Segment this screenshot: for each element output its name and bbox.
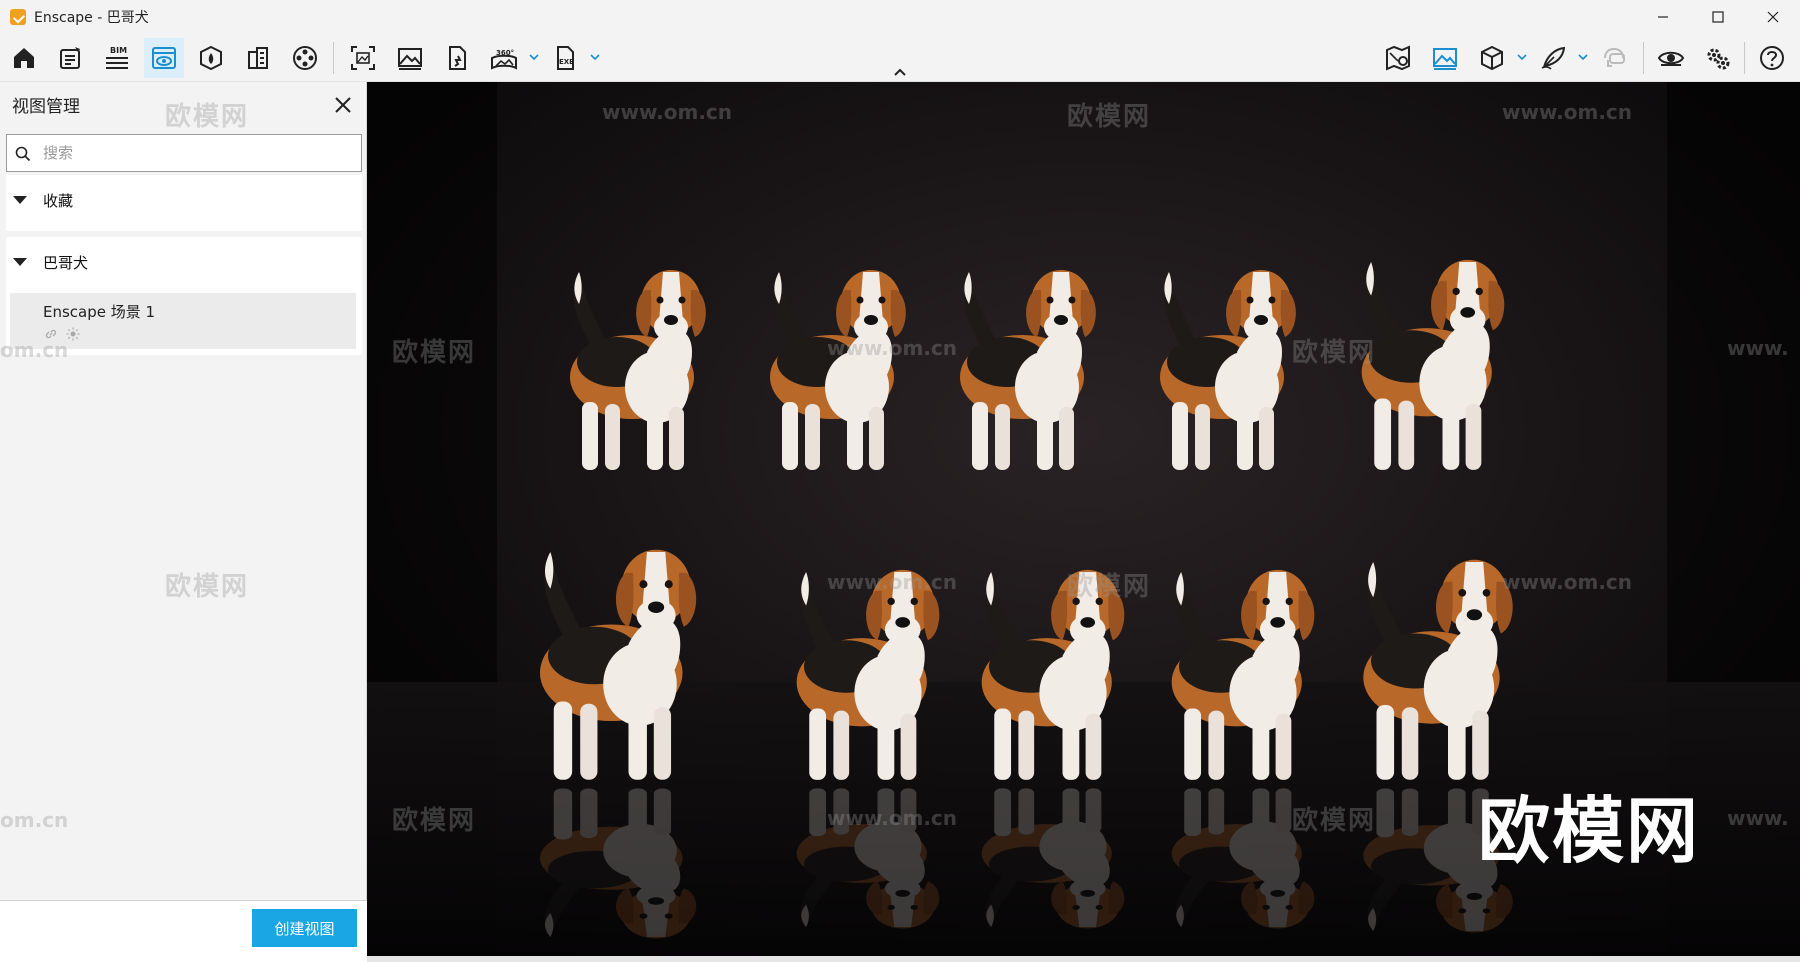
watermark-text: 欧模网 bbox=[392, 338, 477, 368]
buildings-icon bbox=[248, 47, 268, 69]
home-icon bbox=[14, 48, 34, 68]
enscape-logo-icon bbox=[10, 9, 26, 25]
watermark-url: www.om.cn bbox=[827, 570, 958, 594]
brush-button[interactable] bbox=[1533, 38, 1573, 78]
watermark-text: 欧模网 bbox=[1292, 338, 1377, 368]
watermark-text: 欧模网 bbox=[1067, 572, 1152, 602]
render-viewport[interactable]: www.om.cn 欧模网 www.om.cn 欧模网 www.om.cn 欧模… bbox=[367, 82, 1800, 956]
exe-icon-label: EXE bbox=[559, 58, 574, 66]
watermark-edge: om.cn bbox=[0, 808, 69, 832]
asset-library-icon bbox=[200, 45, 222, 71]
favorites-group-header[interactable]: 收藏 bbox=[6, 175, 362, 225]
watermark-text: 欧模网 bbox=[1067, 102, 1152, 132]
create-view-button[interactable]: 创建视图 bbox=[252, 909, 357, 947]
watermark-url: www.om.cn bbox=[1502, 100, 1633, 124]
bim-icon-label: BIM bbox=[110, 46, 127, 55]
close-panel-button[interactable] bbox=[328, 90, 358, 120]
panorama-button[interactable]: 360° bbox=[484, 38, 524, 78]
feather-brush-icon bbox=[1541, 46, 1566, 70]
help-icon bbox=[1760, 46, 1784, 70]
search-field[interactable] bbox=[6, 134, 362, 172]
close-icon bbox=[335, 97, 351, 113]
cube-button[interactable] bbox=[1472, 38, 1512, 78]
expand-triangle-icon bbox=[13, 196, 27, 204]
view-management-icon bbox=[152, 47, 176, 69]
buildings-button[interactable] bbox=[238, 38, 278, 78]
status-strip bbox=[367, 956, 1800, 962]
exe-export-icon: EXE bbox=[557, 46, 574, 70]
collapse-toolbar-chevron-icon[interactable] bbox=[892, 66, 908, 78]
view-management-button[interactable] bbox=[144, 38, 184, 78]
minimize-icon bbox=[1657, 16, 1668, 18]
search-icon bbox=[15, 146, 31, 162]
view-name: Enscape 场景 1 bbox=[43, 303, 156, 321]
watermark-edge-right: www. bbox=[1727, 336, 1789, 360]
map-button[interactable] bbox=[1378, 38, 1418, 78]
watermark-url: www.om.cn bbox=[602, 100, 733, 124]
bim-icon: BIM bbox=[106, 46, 128, 69]
group-title: 收藏 bbox=[43, 191, 74, 210]
favorites-group: 收藏 bbox=[6, 175, 362, 231]
toolbar-separator-help bbox=[1744, 42, 1745, 74]
rendered-image-button[interactable] bbox=[390, 38, 430, 78]
maximize-button[interactable] bbox=[1690, 0, 1745, 34]
minimize-button[interactable] bbox=[1635, 0, 1690, 34]
image-view-icon bbox=[1433, 48, 1457, 70]
maximize-icon bbox=[1711, 11, 1724, 23]
close-window-button[interactable] bbox=[1745, 0, 1800, 34]
panel-footer: 创建视图 bbox=[0, 900, 367, 962]
map-pin-icon bbox=[1386, 45, 1410, 71]
search-input[interactable] bbox=[43, 141, 343, 165]
bim-button[interactable]: BIM bbox=[97, 38, 137, 78]
close-icon bbox=[1767, 11, 1778, 23]
brush-dropdown-chevron-icon[interactable] bbox=[1576, 50, 1590, 64]
group-title: 巴哥犬 bbox=[43, 253, 89, 272]
screenshot-button[interactable] bbox=[343, 38, 383, 78]
watermark-edge: om.cn bbox=[0, 338, 69, 362]
panorama-360-icon: 360° bbox=[491, 49, 517, 70]
image-view-button[interactable] bbox=[1425, 38, 1465, 78]
vr-headset-button[interactable] bbox=[1594, 38, 1634, 78]
watermark-text: 欧模网 bbox=[165, 102, 250, 132]
exe-export-button[interactable]: EXE bbox=[545, 38, 585, 78]
eye-icon bbox=[1657, 51, 1685, 66]
watermark-text: 欧模网 bbox=[165, 572, 250, 602]
rendered-image-icon bbox=[398, 48, 422, 70]
title-bar: Enscape - 巴哥犬 bbox=[0, 0, 1800, 34]
watermark-text: 欧模网 bbox=[1292, 806, 1377, 836]
asset-library-button[interactable] bbox=[191, 38, 231, 78]
window-controls bbox=[1635, 0, 1800, 34]
safe-mode-icon bbox=[449, 46, 466, 70]
safe-mode-button[interactable] bbox=[437, 38, 477, 78]
panorama-dropdown-chevron-icon[interactable] bbox=[527, 50, 541, 64]
video-reel-icon bbox=[293, 46, 317, 70]
watermark-url: www.om.cn bbox=[827, 336, 958, 360]
watermark-edge-right: www. bbox=[1727, 806, 1789, 830]
expand-triangle-icon bbox=[13, 258, 27, 266]
watermark-large: 欧模网 bbox=[1477, 789, 1700, 873]
panel-title: 视图管理 bbox=[12, 97, 80, 117]
scene-group-header[interactable]: 巴哥犬 bbox=[6, 237, 362, 287]
toolbar-separator bbox=[333, 42, 334, 74]
cube-dropdown-chevron-icon[interactable] bbox=[1515, 50, 1529, 64]
settings-sheet-icon bbox=[60, 47, 80, 69]
video-reel-button[interactable] bbox=[285, 38, 325, 78]
visual-settings-button[interactable] bbox=[1651, 38, 1691, 78]
window-title: Enscape - 巴哥犬 bbox=[34, 10, 149, 26]
vr-headset-icon bbox=[1604, 47, 1625, 67]
screenshot-icon bbox=[351, 46, 375, 70]
home-button[interactable] bbox=[4, 38, 44, 78]
cube-icon bbox=[1481, 45, 1503, 71]
toolbar-separator-right bbox=[1643, 42, 1644, 74]
watermark-url: www.om.cn bbox=[1502, 570, 1633, 594]
help-button[interactable] bbox=[1752, 38, 1792, 78]
general-settings-button[interactable] bbox=[1698, 38, 1738, 78]
watermark-url: www.om.cn bbox=[827, 806, 958, 830]
settings-sheet-button[interactable] bbox=[50, 38, 90, 78]
watermark-text: 欧模网 bbox=[392, 806, 477, 836]
gears-icon bbox=[1707, 48, 1730, 70]
exe-dropdown-chevron-icon[interactable] bbox=[588, 50, 602, 64]
